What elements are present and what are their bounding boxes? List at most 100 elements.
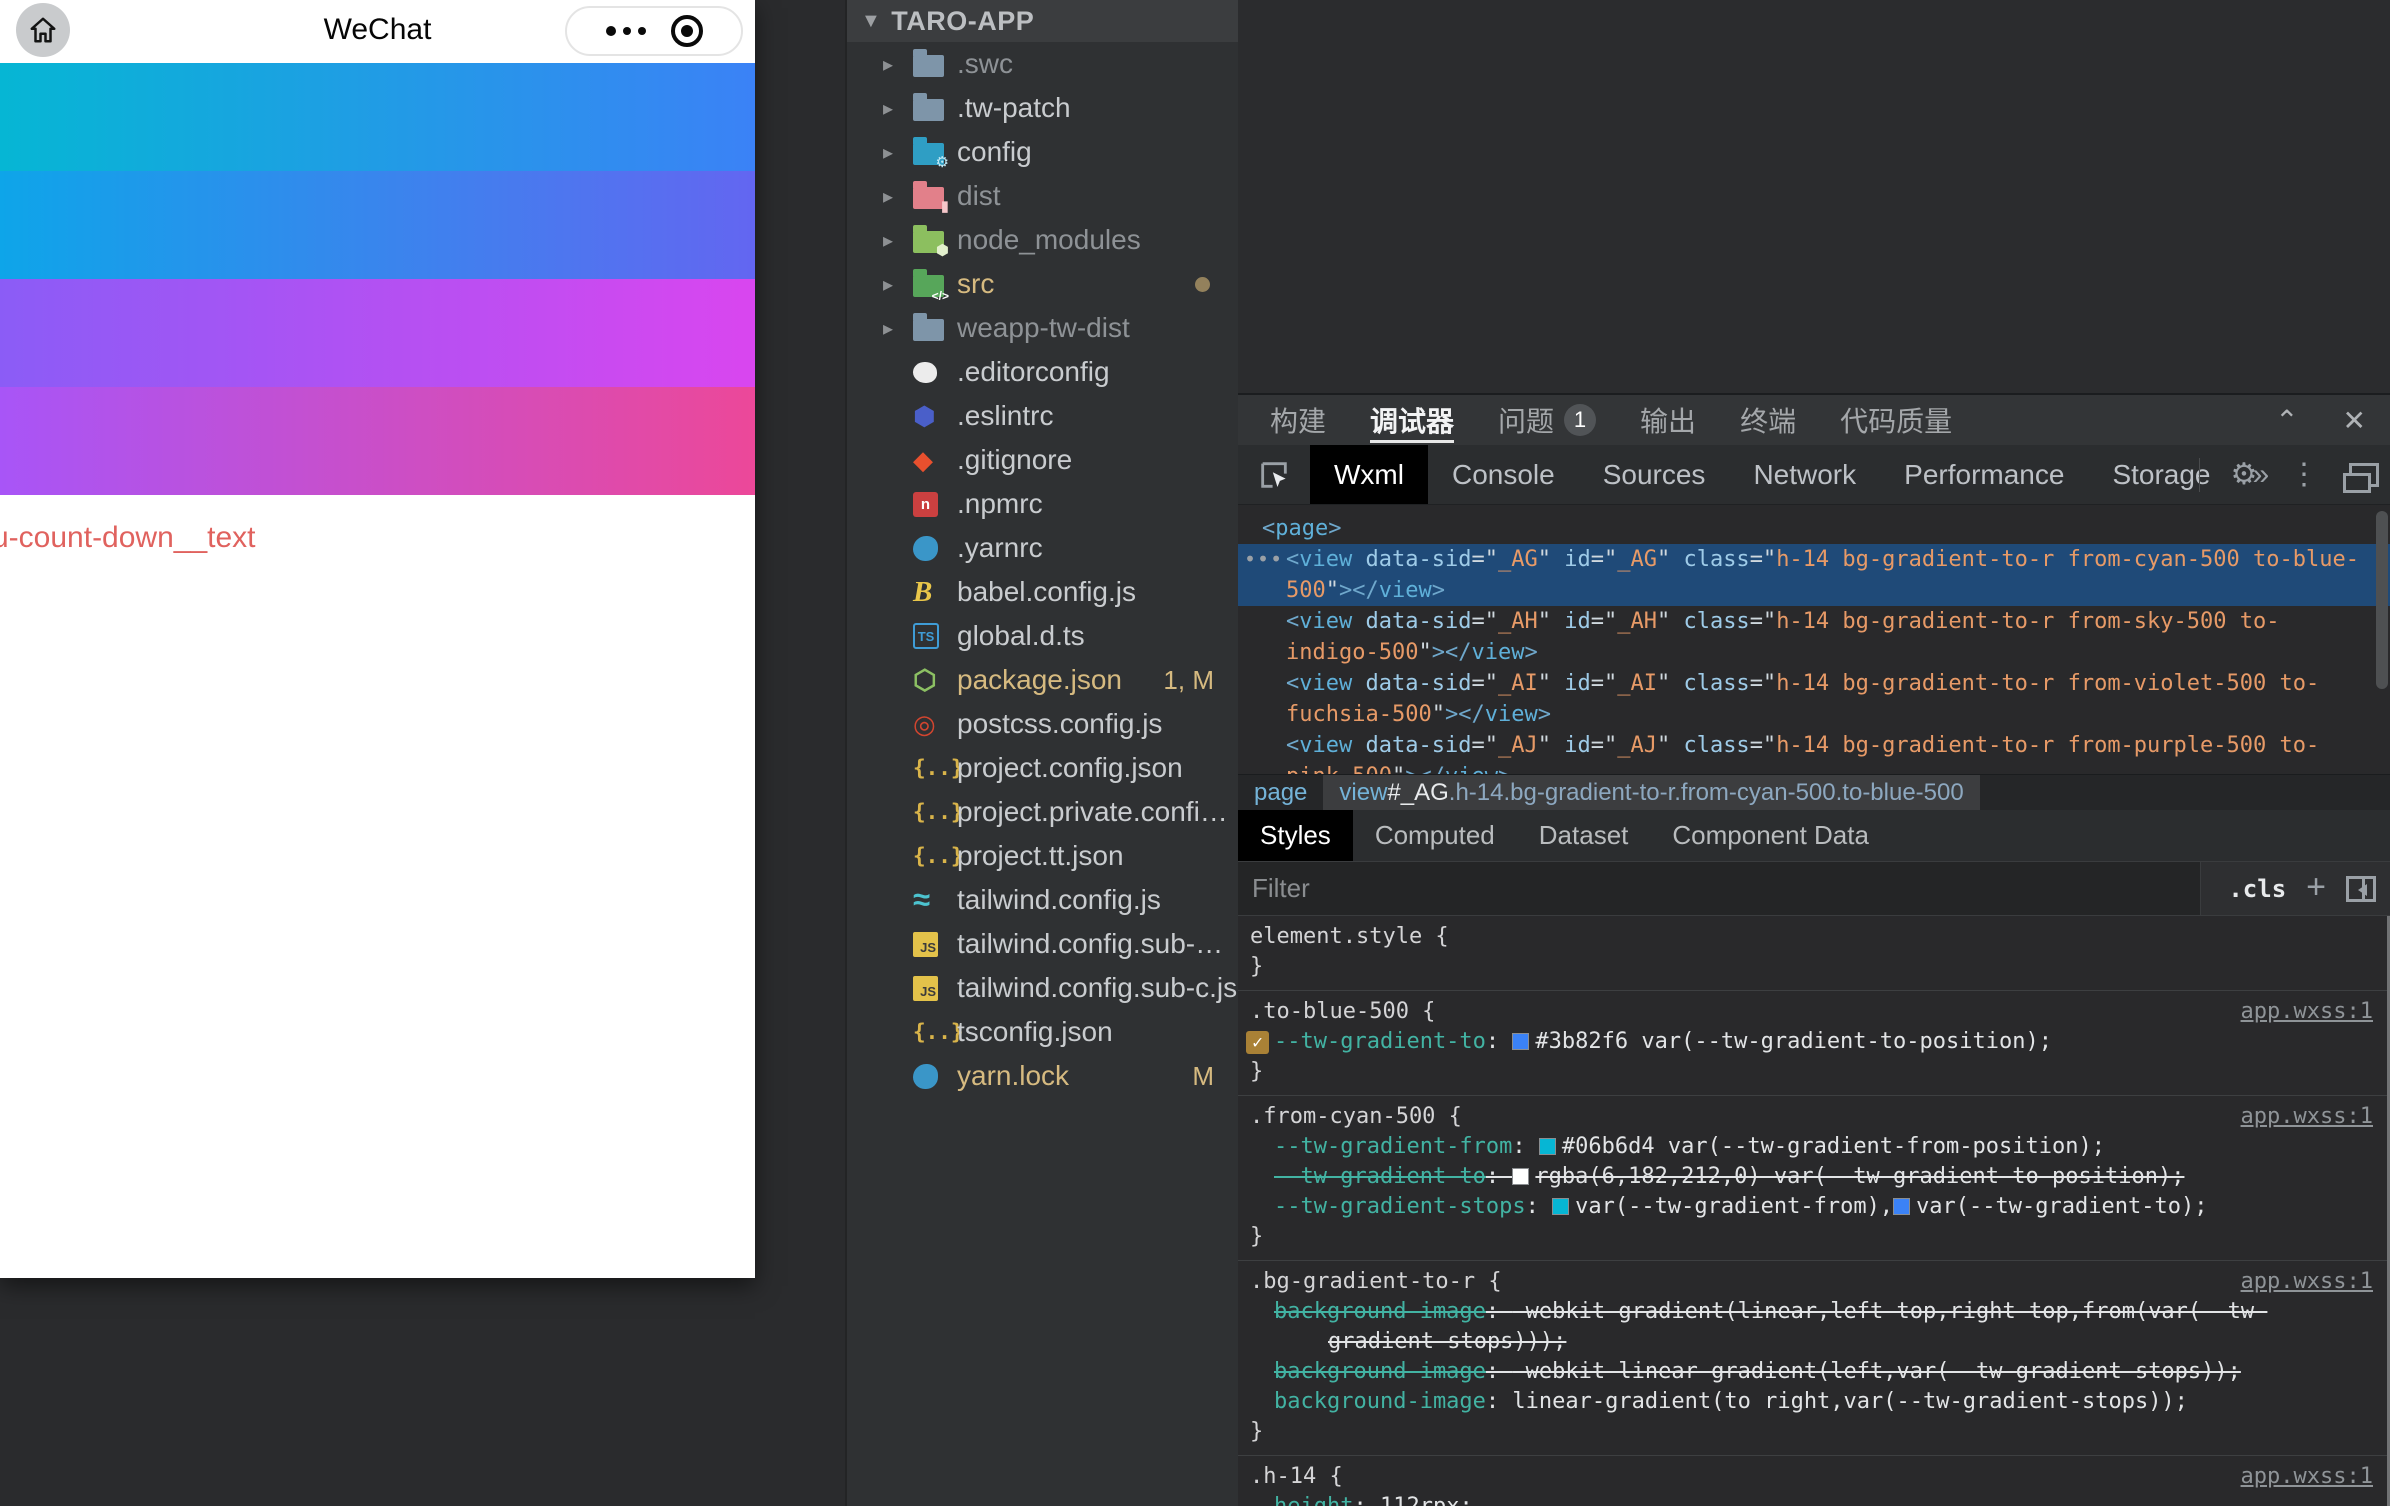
styles-tab-computed[interactable]: Computed [1353,810,1517,861]
css-declaration[interactable]: background-image: linear-gradient(to rig… [1238,1387,2387,1417]
tree-item-label: tsconfig.json [957,1016,1113,1048]
wxml-line[interactable]: <page> [1238,513,2390,544]
collapse-panel-icon[interactable]: ⌃ [2275,404,2298,437]
devtools-tab-sources[interactable]: Sources [1579,445,1730,504]
tree-item-project.config.json[interactable]: {..}project.config.json [847,746,1238,790]
close-target-button[interactable] [671,15,703,47]
color-swatch[interactable] [1512,1033,1529,1050]
chevron-right-icon[interactable]: ▸ [883,316,913,341]
css-declaration[interactable]: ✓--tw-gradient-to: #3b82f6 var(--tw-grad… [1238,1027,2387,1057]
code-token: =" [1591,733,1618,758]
tree-item-.editorconfig[interactable]: .editorconfig [847,350,1238,394]
styles-tab-component-data[interactable]: Component Data [1650,810,1891,861]
wxml-line[interactable]: indigo-500"></view> [1238,637,2390,668]
devtools-tab-network[interactable]: Network [1729,445,1880,504]
new-style-rule-button[interactable]: + [2306,870,2326,904]
tree-item-.eslintrc[interactable]: ⬢.eslintrc [847,394,1238,438]
tree-item-package.json[interactable]: ⬡package.json1, M [847,658,1238,702]
code-token: _AG [1498,547,1538,572]
inspect-element-button[interactable] [1238,445,1310,504]
css-declaration[interactable]: --tw-gradient-from: #06b6d4 var(--tw-gra… [1238,1132,2387,1162]
tree-item-tsconfig.json[interactable]: {..}tsconfig.json [847,1010,1238,1054]
tree-item-babel.config.js[interactable]: Bbabel.config.js [847,570,1238,614]
css-declaration[interactable]: height: 112rpx; [1238,1492,2387,1506]
breadcrumb-item-view[interactable]: view#_AG.h-14.bg-gradient-to-r.from-cyan… [1323,775,1979,810]
tree-item-project.tt.json[interactable]: {..}project.tt.json [847,834,1238,878]
toggle-class-button[interactable]: .cls [2228,875,2286,903]
tree-item-weapp-tw-dist[interactable]: ▸weapp-tw-dist [847,306,1238,350]
chevron-right-icon[interactable]: ▸ [883,140,913,165]
color-swatch[interactable] [1552,1198,1569,1215]
devtools-tab-wxml[interactable]: Wxml [1310,445,1428,504]
debugger-tab-调试器[interactable]: 调试器 [1370,395,1454,445]
debugger-tab-构建[interactable]: 构建 [1270,395,1326,445]
stylesheet-link[interactable]: app.wxss:1 [2241,1267,2373,1297]
code-token: _AJ [1617,733,1657,758]
wxml-line[interactable]: fuchsia-500"></view> [1238,699,2390,730]
stylesheet-link[interactable]: app.wxss:1 [2241,1102,2373,1132]
color-swatch[interactable] [1893,1198,1910,1215]
chevron-right-icon[interactable]: ▸ [883,52,913,77]
tree-item-src[interactable]: ▸</>src [847,262,1238,306]
color-swatch[interactable] [1539,1138,1556,1155]
tree-item-.npmrc[interactable]: n.npmrc [847,482,1238,526]
scrollbar-thumb[interactable] [2376,511,2388,689]
chevron-right-icon[interactable]: ▸ [883,272,913,297]
folder-plain-icon [913,315,957,341]
tree-item-yarn.lock[interactable]: yarn.lockM [847,1054,1238,1098]
code-token: view [1485,702,1538,727]
tree-item-tailwind.config.sub-c.js[interactable]: JStailwind.config.sub-c.js [847,966,1238,1010]
wxml-line[interactable]: 500"></view> [1238,575,2390,606]
gear-icon[interactable]: ⚙ [2218,445,2270,504]
tree-item-.yarnrc[interactable]: .yarnrc [847,526,1238,570]
css-declaration[interactable]: background-image: -webkit-linear-gradien… [1238,1357,2387,1387]
filter-input[interactable] [1238,862,2200,915]
tree-item-postcss.config.js[interactable]: ◎postcss.config.js [847,702,1238,746]
devtools-tab-console[interactable]: Console [1428,445,1579,504]
debugger-tab-终端[interactable]: 终端 [1740,395,1796,445]
debugger-tab-问题[interactable]: 问题1 [1498,395,1596,445]
modified-dot-badge [1195,277,1210,292]
tree-item-project.private.config...[interactable]: {..}project.private.config... [847,790,1238,834]
tree-item-.tw-patch[interactable]: ▸.tw-patch [847,86,1238,130]
css-declaration[interactable]: --tw-gradient-to: rgba(6,182,212,0) var(… [1238,1162,2387,1192]
wxml-line[interactable]: •••<view data-sid="_AG" id="_AG" class="… [1238,544,2390,575]
code-token: =" [1471,671,1498,696]
styles-tab-dataset[interactable]: Dataset [1517,810,1651,861]
wxml-line[interactable]: <view data-sid="_AH" id="_AH" class="h-1… [1238,606,2390,637]
tree-item-dist[interactable]: ▸▮dist [847,174,1238,218]
close-panel-icon[interactable]: ✕ [2343,404,2366,437]
debugger-tab-代码质量[interactable]: 代码质量 [1840,395,1952,445]
dock-side-icon[interactable] [2338,445,2390,504]
explorer-root-row[interactable]: ▼ TARO-APP [847,0,1238,42]
tree-item-.swc[interactable]: ▸.swc [847,42,1238,86]
breadcrumb-item-page[interactable]: page [1238,775,1323,810]
debugger-tab-输出[interactable]: 输出 [1640,395,1696,445]
css-selector: .bg-gradient-to-r { [1238,1267,2387,1297]
css-declaration[interactable]: --tw-gradient-stops: var(--tw-gradient-f… [1238,1192,2387,1222]
devtools-tab-performance[interactable]: Performance [1880,445,2088,504]
tree-item-label: .editorconfig [957,356,1110,388]
declaration-checkbox[interactable]: ✓ [1246,1031,1269,1054]
tree-item-tailwind.config.sub-b.js[interactable]: JStailwind.config.sub-b.js [847,922,1238,966]
code-token: 500 [1286,578,1326,603]
tree-item-config[interactable]: ▸⚙config [847,130,1238,174]
chevron-right-icon[interactable]: ▸ [883,96,913,121]
wxml-line[interactable]: <view data-sid="_AJ" id="_AJ" class="h-1… [1238,730,2390,761]
wxml-line[interactable]: <view data-sid="_AI" id="_AI" class="h-1… [1238,668,2390,699]
stylesheet-link[interactable]: app.wxss:1 [2241,997,2373,1027]
wxml-line[interactable]: pink-500"></view> [1238,761,2390,774]
tree-item-global.d.ts[interactable]: TSglobal.d.ts [847,614,1238,658]
chevron-right-icon[interactable]: ▸ [883,184,913,209]
kebab-menu-icon[interactable]: ⋮ [2278,445,2330,504]
tree-item-tailwind.config.js[interactable]: ≈tailwind.config.js [847,878,1238,922]
color-swatch[interactable] [1512,1168,1529,1185]
css-declaration[interactable]: background-image: -webkit-gradient(linea… [1238,1297,2387,1357]
chevron-right-icon[interactable]: ▸ [883,228,913,253]
stylesheet-link[interactable]: app.wxss:1 [2241,1462,2373,1492]
tree-item-.gitignore[interactable]: ◆.gitignore [847,438,1238,482]
styles-tab-styles[interactable]: Styles [1238,810,1353,861]
sidebar-toggle-icon[interactable] [2346,876,2376,902]
tree-item-node-modules[interactable]: ▸⬢node_modules [847,218,1238,262]
more-menu-button[interactable] [606,26,646,36]
